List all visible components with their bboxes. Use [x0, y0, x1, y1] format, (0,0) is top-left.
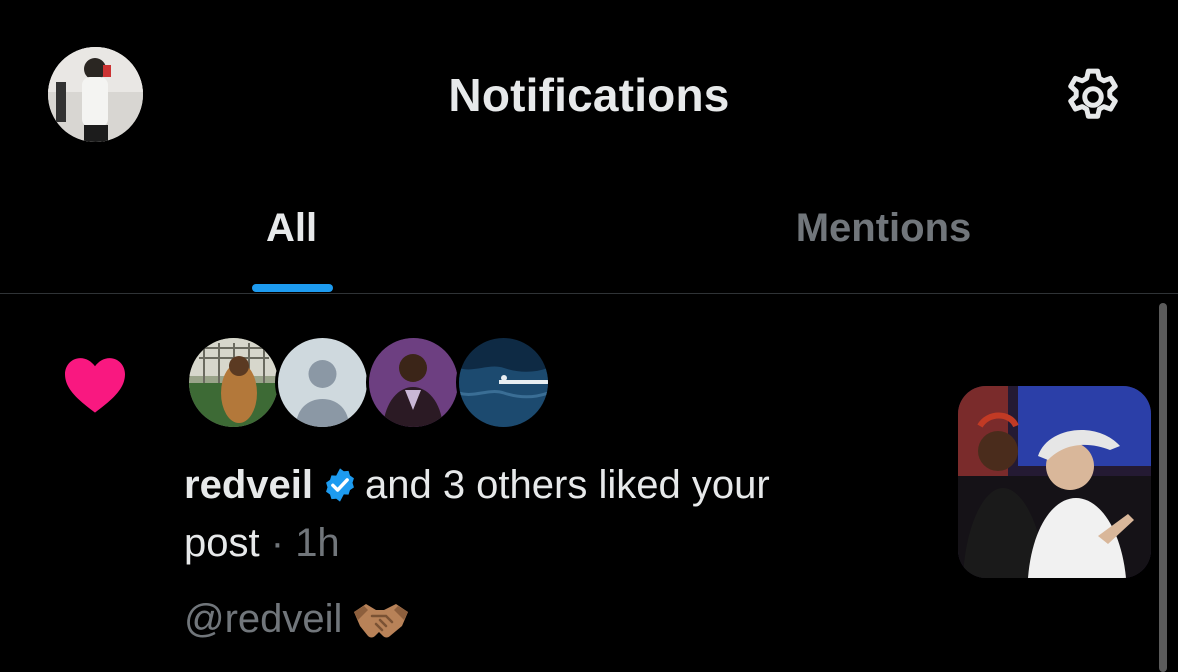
- user-photo-icon: [459, 338, 548, 427]
- liker-avatar[interactable]: [366, 335, 461, 430]
- settings-button[interactable]: [1060, 64, 1126, 130]
- separator-dot: ·: [270, 521, 285, 565]
- timestamp: 1h: [295, 521, 340, 565]
- active-tab-indicator: [252, 284, 333, 292]
- post-thumbnail[interactable]: [958, 386, 1151, 578]
- heart-icon: [65, 358, 125, 413]
- notification-summary: and 3 others liked your: [364, 463, 770, 507]
- notification-text-line2: post · 1h: [184, 514, 340, 572]
- user-photo-icon: [189, 338, 278, 427]
- post-photo-icon: [958, 386, 1151, 578]
- liker-avatar[interactable]: [456, 335, 551, 430]
- notification-item[interactable]: redveil and 3 others liked your post · 1h…: [0, 294, 1178, 672]
- scrollbar[interactable]: [1159, 303, 1167, 672]
- post-preview-handle[interactable]: @redveil: [184, 597, 342, 641]
- tab-mentions[interactable]: Mentions: [589, 190, 1178, 293]
- user-photo-icon: [369, 338, 458, 427]
- notification-summary-end: post: [184, 521, 260, 565]
- default-avatar-icon: [278, 338, 367, 427]
- tab-all-label: All: [265, 206, 318, 250]
- page-title: Notifications: [448, 69, 730, 121]
- handshake-emoji-icon: [352, 598, 410, 658]
- actor-name[interactable]: redveil: [184, 463, 313, 507]
- liker-avatar[interactable]: [275, 335, 370, 430]
- verified-badge-icon: [321, 462, 359, 520]
- gear-icon: [1068, 68, 1118, 119]
- notification-text-line1: redveil and 3 others liked your: [184, 456, 770, 520]
- post-preview: @redveil: [184, 590, 410, 658]
- tab-mentions-label: Mentions: [795, 206, 972, 250]
- header: Notifications: [0, 0, 1178, 190]
- tab-bar: All Mentions: [0, 190, 1178, 293]
- liker-avatar[interactable]: [186, 335, 281, 430]
- tab-all[interactable]: All: [0, 190, 583, 293]
